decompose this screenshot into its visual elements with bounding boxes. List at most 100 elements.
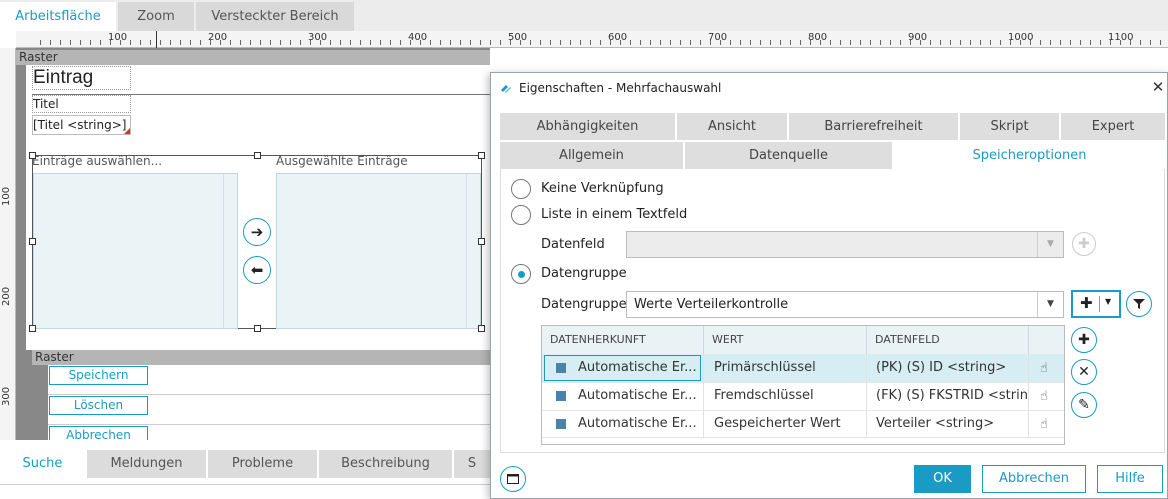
ruler-tick bbox=[830, 40, 831, 45]
ok-button[interactable]: OK bbox=[914, 465, 971, 493]
ruler-tick bbox=[930, 40, 931, 45]
ruler-tick bbox=[670, 40, 671, 45]
add-split-button[interactable]: ✚ ▼ bbox=[1071, 290, 1121, 318]
delete-row-button[interactable]: ✕ bbox=[1071, 359, 1097, 385]
required-marker-icon bbox=[124, 128, 130, 134]
filter-button[interactable] bbox=[1126, 291, 1152, 317]
tab-meldungen[interactable]: Meldungen bbox=[87, 450, 206, 478]
tab-versteckter-bereich[interactable]: Versteckter Bereich bbox=[196, 2, 354, 31]
speichern-button[interactable]: Speichern bbox=[49, 366, 148, 385]
help-button[interactable]: Hilfe bbox=[1097, 465, 1163, 493]
cell-datenfeld[interactable]: (PK) (S) ID <string> bbox=[868, 354, 1029, 382]
cell-datenfeld[interactable]: Verteiler <string> bbox=[868, 410, 1029, 438]
ruler-label: 200 bbox=[208, 32, 228, 43]
ruler-tick bbox=[840, 40, 841, 45]
ruler-tick bbox=[870, 40, 871, 45]
tab-skript[interactable]: Skript bbox=[960, 113, 1059, 140]
tab-datenquelle[interactable]: Datenquelle bbox=[685, 142, 892, 169]
ruler-tick bbox=[770, 40, 771, 45]
resize-handle[interactable] bbox=[29, 238, 36, 245]
column-header-datenherkunft[interactable]: DATENHERKUNFT bbox=[542, 326, 704, 354]
field-type-icon bbox=[556, 419, 566, 429]
field-type-icon bbox=[556, 391, 566, 401]
tab-barrierefreiheit[interactable]: Barrierefreiheit bbox=[789, 113, 958, 140]
ruler-tick bbox=[90, 40, 91, 45]
resize-handle[interactable] bbox=[254, 152, 261, 159]
list-scrollbar bbox=[223, 174, 224, 328]
column-header-wert[interactable]: WERT bbox=[704, 326, 867, 354]
layout-toggle-button[interactable] bbox=[500, 466, 526, 492]
properties-dialog: Eigenschaften - Mehrfachauswahl ✕ Abhäng… bbox=[490, 72, 1168, 499]
cancel-button[interactable]: Abbrechen bbox=[982, 465, 1086, 493]
vertical-ruler: 100 200 300 bbox=[0, 48, 16, 440]
datenfeld-select[interactable]: ▼ bbox=[626, 231, 1064, 258]
datengruppe-select[interactable]: Werte Verteilerkontrolle ▼ bbox=[626, 291, 1064, 318]
ruler-tick bbox=[290, 40, 291, 45]
ruler-label: 500 bbox=[508, 32, 528, 43]
resize-handle[interactable] bbox=[478, 152, 485, 159]
tab-suche[interactable]: Suche bbox=[0, 450, 85, 478]
ruler-tick bbox=[690, 40, 691, 45]
ruler-tick bbox=[1040, 40, 1041, 45]
tab-expert[interactable]: Expert bbox=[1061, 113, 1165, 140]
ruler-tick bbox=[130, 40, 131, 45]
resize-handle[interactable] bbox=[29, 325, 36, 332]
tab-probleme[interactable]: Probleme bbox=[208, 450, 317, 478]
ruler-tick bbox=[80, 40, 81, 45]
resize-handle[interactable] bbox=[478, 238, 485, 245]
field-type-icon bbox=[556, 363, 566, 373]
cell-datenherkunft[interactable]: Automatische Er... bbox=[570, 354, 704, 382]
tab-speicheroptionen[interactable]: Speicheroptionen bbox=[894, 142, 1165, 169]
cell-wert[interactable]: Gespeicherter Wert bbox=[706, 410, 867, 438]
selected-entries-list[interactable] bbox=[276, 173, 481, 329]
edit-row-button[interactable]: ✎ bbox=[1071, 392, 1097, 418]
tab-allgemein[interactable]: Allgemein bbox=[500, 142, 683, 169]
tab-abhaengigkeiten[interactable]: Abhängigkeiten bbox=[500, 113, 675, 140]
close-icon: ✕ bbox=[1078, 364, 1090, 380]
radio-keine-verknuepfung[interactable] bbox=[511, 179, 531, 199]
move-right-button[interactable]: ➔ bbox=[243, 218, 271, 246]
titel-label[interactable]: Titel bbox=[32, 95, 131, 113]
available-entries-list[interactable] bbox=[33, 173, 238, 329]
ruler-tick bbox=[560, 40, 561, 45]
ruler-cursor-marker bbox=[156, 31, 157, 48]
tab-arbeitsflaeche[interactable]: Arbeitsfläche bbox=[0, 2, 116, 31]
hand-pointer-icon[interactable]: ☝ bbox=[1040, 361, 1048, 376]
tab-beschreibung[interactable]: Beschreibung bbox=[319, 450, 452, 478]
ruler-label: 800 bbox=[808, 32, 828, 43]
ruler-tick bbox=[460, 40, 461, 45]
label-liste-textfeld: Liste in einem Textfeld bbox=[541, 207, 688, 222]
cell-datenherkunft[interactable]: Automatische Er... bbox=[570, 382, 704, 410]
ruler-tick bbox=[1060, 40, 1061, 45]
chevron-down-icon[interactable]: ▼ bbox=[1105, 297, 1111, 306]
resize-handle[interactable] bbox=[29, 152, 36, 159]
tab-truncated[interactable]: S bbox=[454, 450, 490, 478]
move-left-button[interactable]: ⬅ bbox=[243, 256, 271, 284]
resize-handle[interactable] bbox=[254, 325, 261, 332]
column-header-datenfeld[interactable]: DATENFELD bbox=[867, 326, 1029, 354]
cell-datenherkunft[interactable]: Automatische Er... bbox=[570, 410, 704, 438]
add-row-button[interactable]: ✚ bbox=[1071, 327, 1097, 353]
radio-liste-textfeld[interactable] bbox=[511, 205, 531, 225]
ruler-tick bbox=[530, 40, 531, 45]
radio-datengruppe[interactable] bbox=[511, 264, 531, 284]
loeschen-button[interactable]: Löschen bbox=[49, 396, 148, 415]
eintrag-title-text[interactable]: Eintrag bbox=[32, 66, 131, 90]
raster-section-header: Raster bbox=[32, 350, 490, 365]
horizontal-ruler: 100 200 300 400 500 600 700 800 900 1000 1100 bbox=[16, 31, 1168, 48]
ruler-tick bbox=[980, 40, 981, 45]
tab-zoom[interactable]: Zoom bbox=[118, 2, 194, 31]
ruler-tick bbox=[970, 40, 971, 45]
hand-pointer-icon[interactable]: ☝ bbox=[1040, 417, 1048, 432]
close-icon[interactable]: ✕ bbox=[1149, 78, 1167, 98]
cell-datenfeld[interactable]: (FK) (S) FKSTRID <strin... bbox=[868, 382, 1029, 410]
ruler-tick bbox=[250, 40, 251, 45]
hand-pointer-icon[interactable]: ☝ bbox=[1040, 389, 1048, 404]
ruler-tick bbox=[340, 40, 341, 45]
tab-ansicht[interactable]: Ansicht bbox=[677, 113, 787, 140]
ruler-tick bbox=[50, 40, 51, 45]
cell-wert[interactable]: Primärschlüssel bbox=[706, 354, 867, 382]
titel-field[interactable]: [Titel <string>] bbox=[32, 115, 131, 135]
cell-wert[interactable]: Fremdschlüssel bbox=[706, 382, 867, 410]
resize-handle[interactable] bbox=[478, 325, 485, 332]
